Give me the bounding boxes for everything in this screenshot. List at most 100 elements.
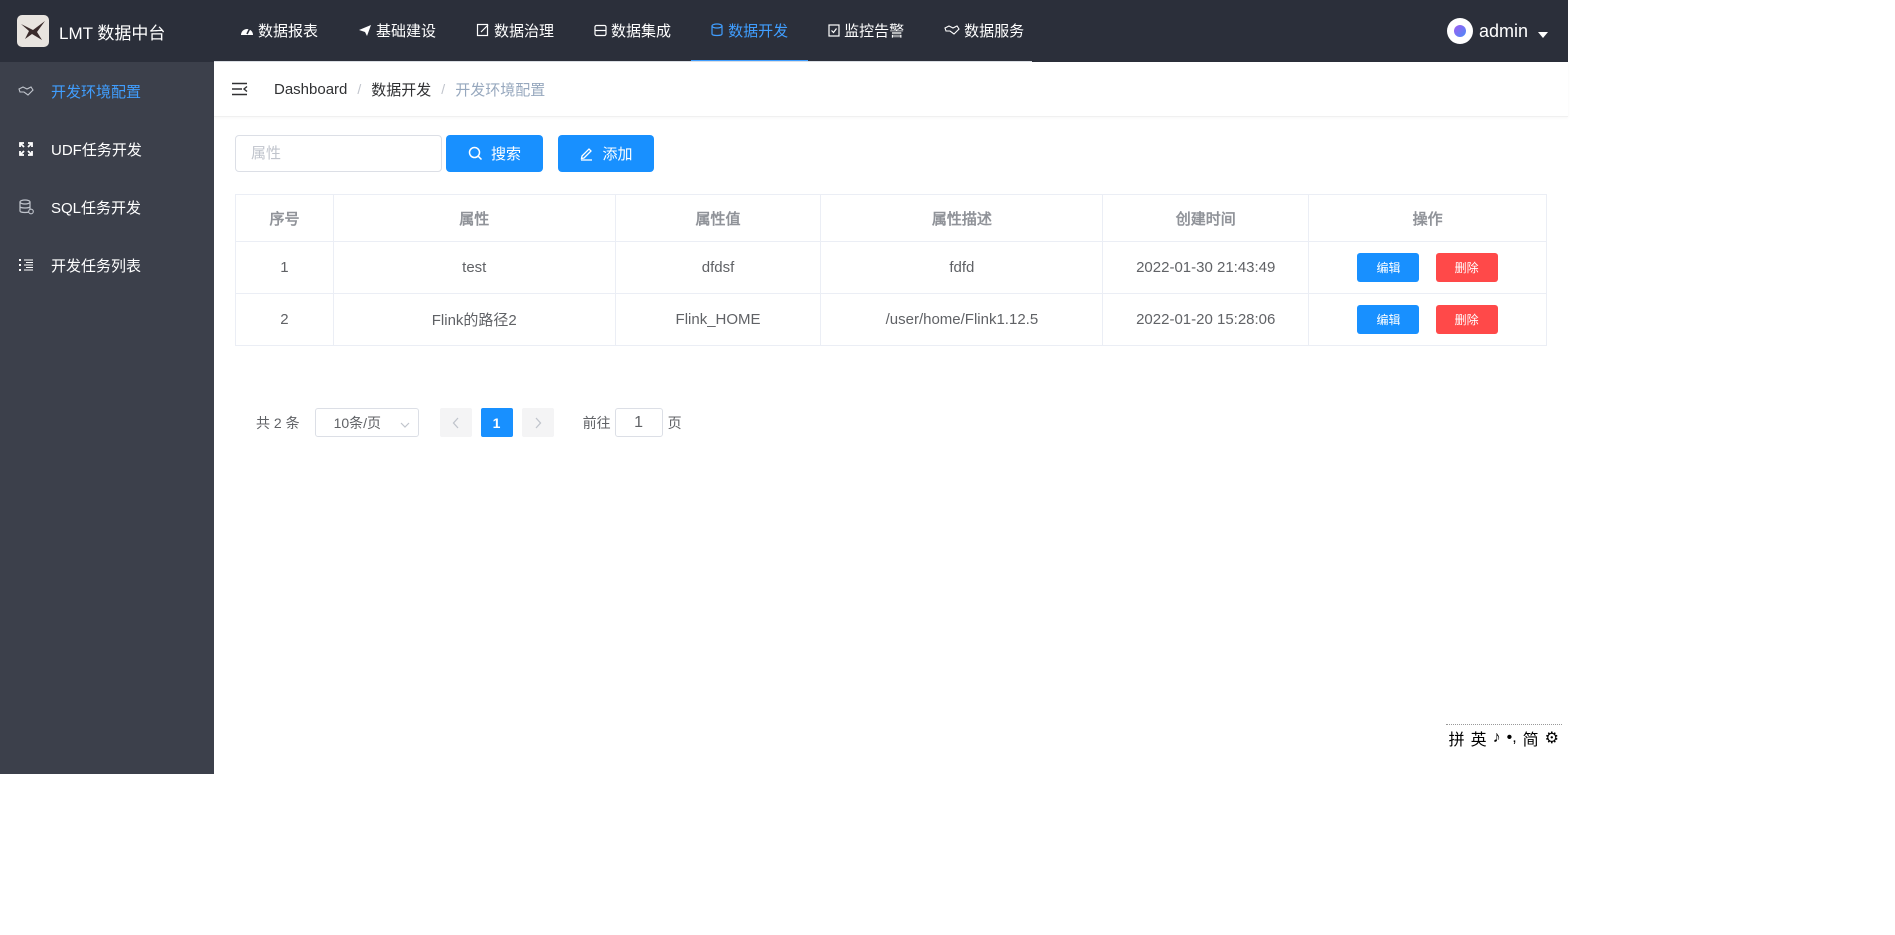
- chevron-right-icon: [535, 417, 541, 428]
- document-edit-icon: [476, 23, 490, 37]
- cell-attr: test: [332, 241, 616, 294]
- brand[interactable]: LMT 数据中台: [0, 0, 214, 62]
- ime-english-button[interactable]: 英: [1471, 726, 1487, 750]
- sidebar-item-udf-dev[interactable]: UDF任务开发: [0, 120, 214, 178]
- cell-created: 2022-01-20 15:28:06: [1102, 293, 1310, 346]
- sidebar-item-label: UDF任务开发: [51, 141, 142, 159]
- main-content: Dashboard / 数据开发 / 开发环境配置 搜索 添加 序号: [214, 62, 1568, 774]
- breadcrumb-item[interactable]: 数据开发: [371, 79, 431, 100]
- table-row: 2 Flink的路径2 Flink_HOME /user/home/Flink1…: [235, 293, 1547, 346]
- ime-sound-button[interactable]: ♪: [1493, 729, 1501, 747]
- topnav-label: 数据报表: [258, 22, 319, 40]
- cell-value: Flink_HOME: [614, 293, 822, 346]
- table-row: 1 test dfdsf fdfd 2022-01-30 21:43:49 编辑…: [235, 241, 1547, 294]
- column-header-index: 序号: [235, 194, 334, 242]
- edit-button[interactable]: 编辑: [1357, 305, 1420, 334]
- add-button-label: 添加: [602, 146, 633, 163]
- top-menu: 数据报表 基础建设 数据治理 数据集成 数据开发 监控告警 数据服务: [220, 0, 1044, 62]
- cell-value: dfdsf: [614, 241, 822, 294]
- ime-simplified-button[interactable]: 简: [1523, 726, 1539, 750]
- avatar: [1446, 18, 1473, 44]
- toolbar: 搜索 添加: [235, 135, 654, 172]
- add-button[interactable]: 添加: [558, 135, 654, 172]
- topnav-item-development[interactable]: 数据开发: [691, 0, 809, 62]
- chevron-left-icon: [452, 417, 459, 428]
- prev-page-button[interactable]: [439, 408, 472, 437]
- chevron-down-icon: [400, 417, 410, 433]
- edit-button[interactable]: 编辑: [1357, 253, 1420, 282]
- page-number-current[interactable]: 1: [480, 408, 513, 437]
- cell-created: 2022-01-30 21:43:49: [1102, 241, 1310, 294]
- breadcrumb: Dashboard / 数据开发 / 开发环境配置: [274, 79, 545, 100]
- topnav-label: 监控告警: [844, 22, 905, 40]
- column-header-created: 创建时间: [1102, 194, 1310, 242]
- next-page-button[interactable]: [521, 408, 554, 437]
- column-header-desc: 属性描述: [820, 194, 1104, 242]
- column-header-value: 属性值: [614, 194, 822, 242]
- topnav-label: 基础建设: [376, 22, 437, 40]
- topnav-item-integration[interactable]: 数据集成: [574, 0, 691, 62]
- breadcrumb-bar: Dashboard / 数据开发 / 开发环境配置: [214, 62, 1568, 117]
- topnav-item-services[interactable]: 数据服务: [924, 0, 1044, 62]
- column-header-actions: 操作: [1308, 194, 1547, 242]
- dashboard-icon: [240, 24, 254, 36]
- sidebar-item-label: 开发环境配置: [51, 83, 142, 101]
- cell-attr: Flink的路径2: [332, 293, 616, 346]
- page-size-select[interactable]: 10条/页: [314, 408, 419, 437]
- cell-index: 1: [235, 241, 334, 294]
- topnav-label: 数据治理: [494, 22, 555, 40]
- jump-label: 前往: [582, 414, 611, 431]
- list-icon: [17, 258, 35, 272]
- logo: [17, 15, 49, 47]
- handshake-icon: [17, 85, 35, 97]
- fullscreen-icon: [17, 141, 35, 157]
- config-table: 序号 属性 属性值 属性描述 创建时间 操作 1 test dfdsf fdfd…: [235, 194, 1547, 346]
- topnav-item-reports[interactable]: 数据报表: [220, 0, 338, 62]
- delete-button[interactable]: 删除: [1435, 305, 1498, 334]
- table-header-row: 序号 属性 属性值 属性描述 创建时间 操作: [235, 194, 1547, 242]
- database-icon: [17, 199, 35, 215]
- sidebar-item-sql-dev[interactable]: SQL任务开发: [0, 178, 214, 236]
- breadcrumb-item: 开发环境配置: [455, 81, 546, 99]
- topnav-item-infrastructure[interactable]: 基础建设: [338, 0, 456, 62]
- cell-actions: 编辑 删除: [1308, 241, 1547, 294]
- breadcrumb-separator: /: [357, 81, 362, 97]
- search-input[interactable]: [235, 135, 442, 172]
- search-button[interactable]: 搜索: [446, 135, 543, 172]
- top-navbar: LMT 数据中台 数据报表 基础建设 数据治理 数据集成 数据开发 监控告警 数…: [0, 0, 1568, 62]
- brand-title: LMT 数据中台: [59, 23, 166, 43]
- cell-desc: fdfd: [820, 241, 1104, 294]
- cell-index: 2: [235, 293, 334, 346]
- topnav-label: 数据服务: [964, 22, 1025, 40]
- username: admin: [1478, 20, 1528, 41]
- jump-suffix: 页: [667, 414, 682, 431]
- user-menu[interactable]: admin: [1446, 0, 1548, 62]
- cell-actions: 编辑 删除: [1308, 293, 1547, 346]
- pagination: 共 2 条 10条/页 1 前往 页: [256, 408, 682, 437]
- topnav-item-monitoring[interactable]: 监控告警: [808, 0, 924, 62]
- ime-toolbar: 拼 英 ♪ •, 简 ⚙: [1445, 724, 1562, 750]
- ime-punctuation-button[interactable]: •,: [1507, 729, 1517, 747]
- ime-pinyin-button[interactable]: 拼: [1449, 726, 1465, 750]
- search-button-label: 搜索: [490, 146, 521, 163]
- archive-icon: [594, 24, 607, 37]
- paper-plane-icon: [358, 24, 372, 37]
- menu-fold-icon[interactable]: [231, 82, 248, 96]
- page-jump-input[interactable]: [614, 408, 663, 437]
- breadcrumb-separator: /: [441, 81, 446, 97]
- handshake-icon: [944, 24, 960, 36]
- database-icon: [711, 23, 724, 37]
- ime-settings-icon[interactable]: ⚙: [1545, 728, 1559, 748]
- sidebar-item-dev-task-list[interactable]: 开发任务列表: [0, 236, 214, 294]
- cell-desc: /user/home/Flink1.12.5: [820, 293, 1104, 346]
- sidebar-item-label: 开发任务列表: [51, 257, 142, 275]
- search-icon: [468, 146, 483, 161]
- topnav-item-governance[interactable]: 数据治理: [456, 0, 574, 62]
- breadcrumb-item[interactable]: Dashboard: [274, 81, 347, 98]
- column-header-attr: 属性: [332, 194, 616, 242]
- delete-button[interactable]: 删除: [1435, 253, 1498, 282]
- total-count: 共 2 条: [256, 414, 300, 431]
- edit-pen-icon: [579, 146, 594, 161]
- sidebar-item-dev-env-config[interactable]: 开发环境配置: [0, 62, 214, 120]
- caret-down-icon: [1538, 32, 1548, 38]
